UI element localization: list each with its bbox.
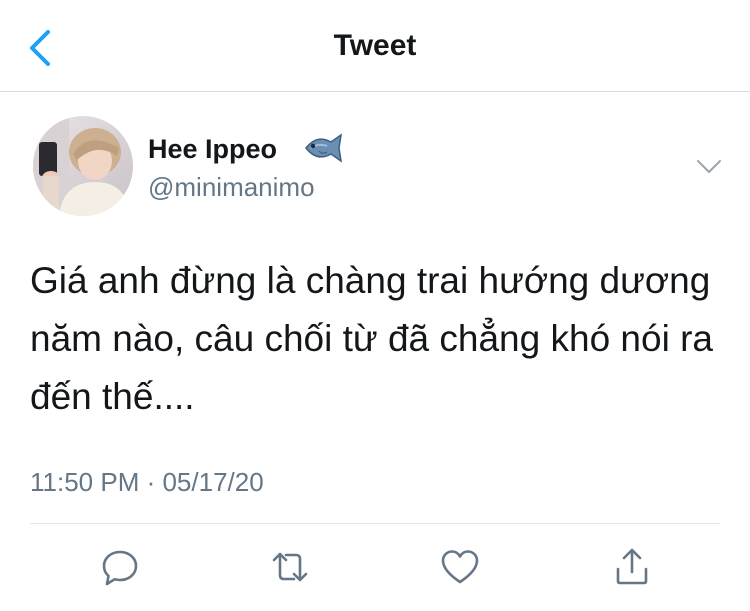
author-handle[interactable]: @minimanimo [148,172,315,203]
retweet-button[interactable] [268,545,312,589]
share-icon [616,548,648,585]
tweet-text: Giá anh đừng là chàng trai hướng dương n… [30,260,713,417]
share-button[interactable] [610,545,654,589]
fish-icon [305,133,343,163]
avatar[interactable] [33,116,133,216]
chevron-down-icon [697,160,721,173]
retweet-icon [272,552,308,582]
page-title: Tweet [333,29,417,62]
author-display-name[interactable]: Hee Ippeo [148,134,277,165]
navigation-bar: Tweet [0,0,750,92]
reply-button[interactable] [98,545,142,589]
reply-icon [102,550,138,586]
like-icon [441,550,479,584]
more-options-button[interactable] [695,155,723,177]
like-button[interactable] [438,545,482,589]
tweet-timestamp[interactable]: 11:50 PM · 05/17/20 [30,467,264,498]
divider [30,523,720,524]
